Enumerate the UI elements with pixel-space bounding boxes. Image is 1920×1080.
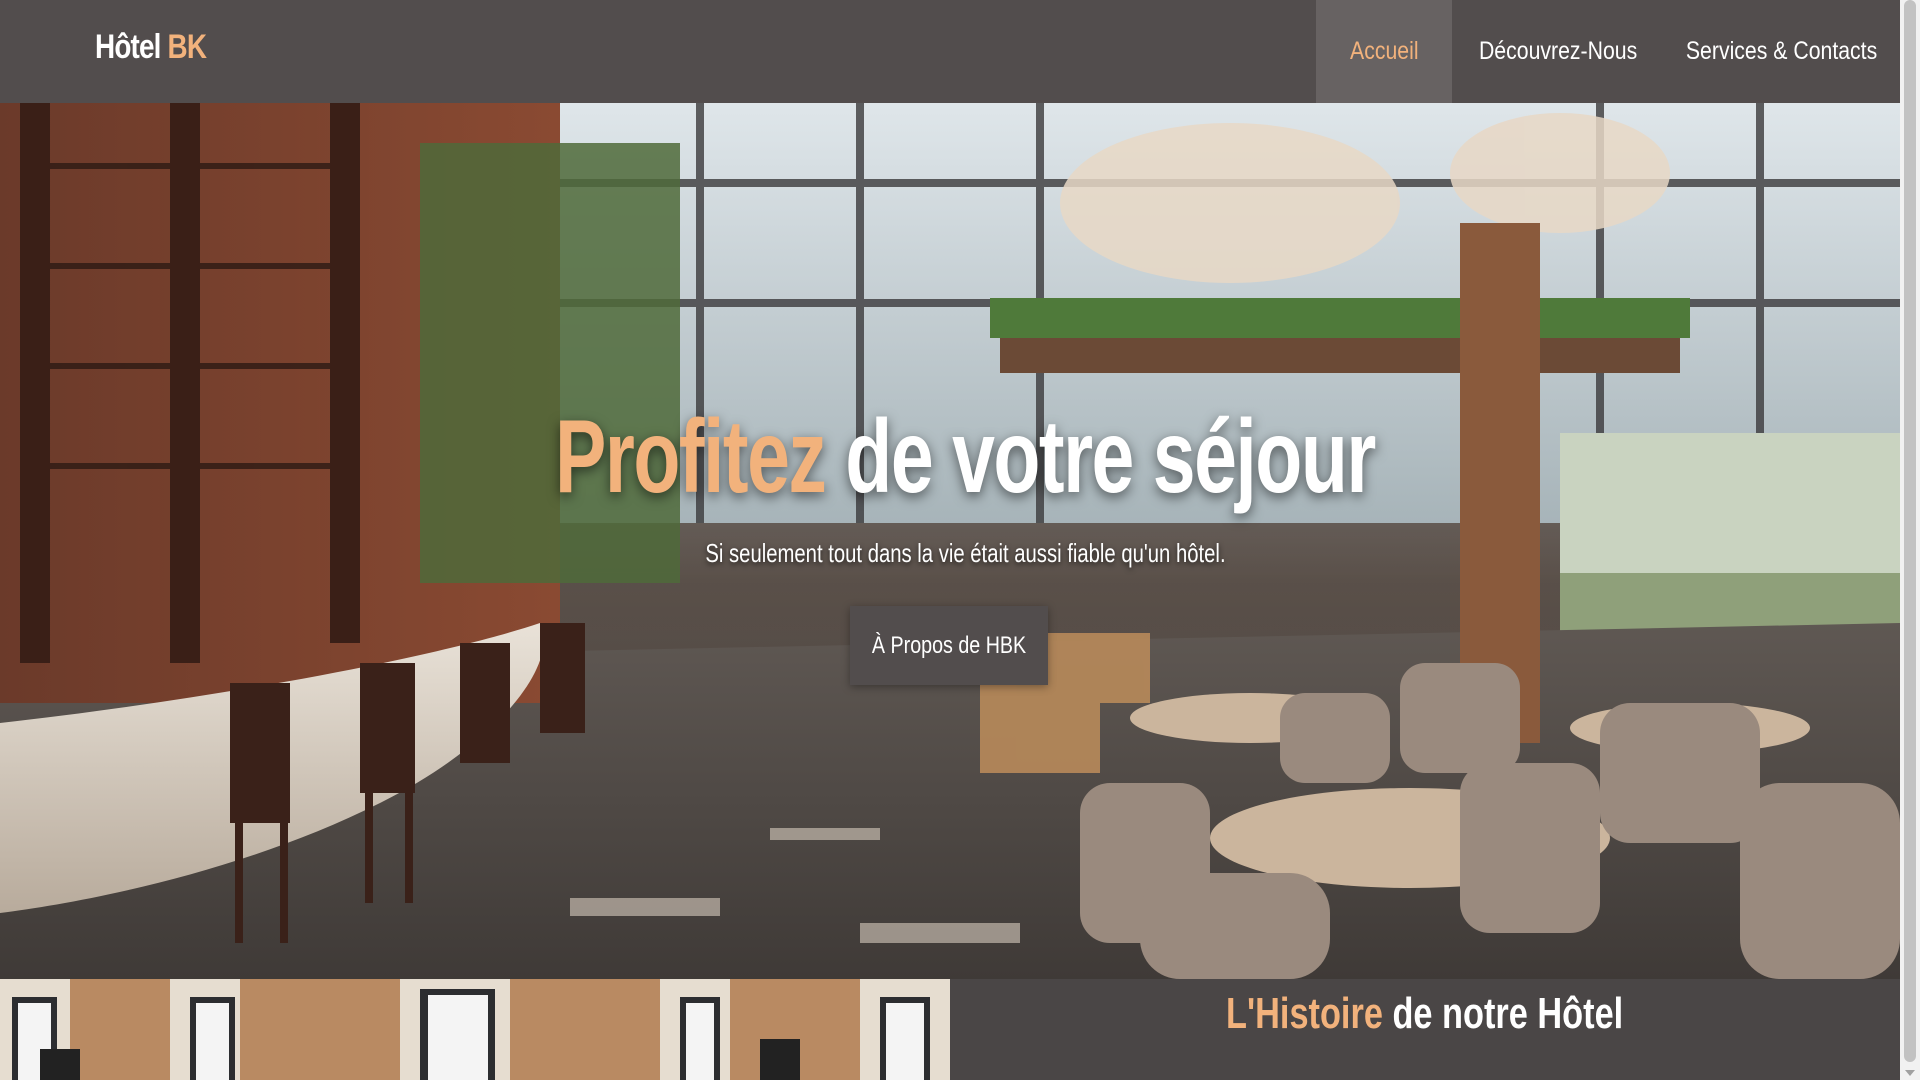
history-building-image — [0, 979, 950, 1080]
nav-link-label: Découvrez-Nous — [1478, 37, 1638, 65]
hero-section: Profitez de votre séjour Si seulement to… — [0, 103, 1900, 979]
hero-title: Profitez de votre séjour — [0, 398, 1900, 517]
nav-link-services-contacts[interactable]: Services & Contacts — [1664, 0, 1900, 103]
scrollbar-thumb[interactable] — [1904, 0, 1916, 1062]
about-hbk-button-label: À Propos de HBK — [871, 631, 1027, 659]
top-navbar: Hôtel BK Accueil Découvrez-Nous Services… — [0, 0, 1900, 103]
history-section: L'Histoire de notre Hôtel — [950, 979, 1900, 1080]
history-title: L'Histoire de notre Hôtel — [950, 989, 1900, 1039]
history-title-rest: de notre Hôtel — [1392, 989, 1624, 1038]
nav-link-accueil[interactable]: Accueil — [1316, 0, 1452, 103]
hero-subtitle-text: Si seulement tout dans la vie était auss… — [704, 538, 1226, 568]
hero-title-rest: de votre séjour — [845, 399, 1376, 515]
hero-subtitle: Si seulement tout dans la vie était auss… — [0, 538, 1900, 569]
building-facade-illustration — [0, 979, 950, 1080]
vertical-scrollbar[interactable] — [1900, 0, 1920, 1080]
brand-name: Hôtel — [95, 28, 161, 66]
brand-logo[interactable]: Hôtel BK — [95, 28, 207, 67]
scroll-down-arrow-icon[interactable] — [1905, 1070, 1915, 1076]
nav-menu: Accueil Découvrez-Nous Services & Contac… — [1316, 0, 1900, 103]
nav-link-decouvrez-nous[interactable]: Découvrez-Nous — [1452, 0, 1664, 103]
nav-link-label: Accueil — [1349, 37, 1419, 65]
nav-link-label: Services & Contacts — [1686, 37, 1878, 65]
about-hbk-button[interactable]: À Propos de HBK — [850, 606, 1048, 685]
history-title-accent: L'Histoire — [1226, 989, 1384, 1038]
hero-title-accent: Profitez — [555, 399, 827, 515]
brand-accent: BK — [167, 28, 207, 66]
